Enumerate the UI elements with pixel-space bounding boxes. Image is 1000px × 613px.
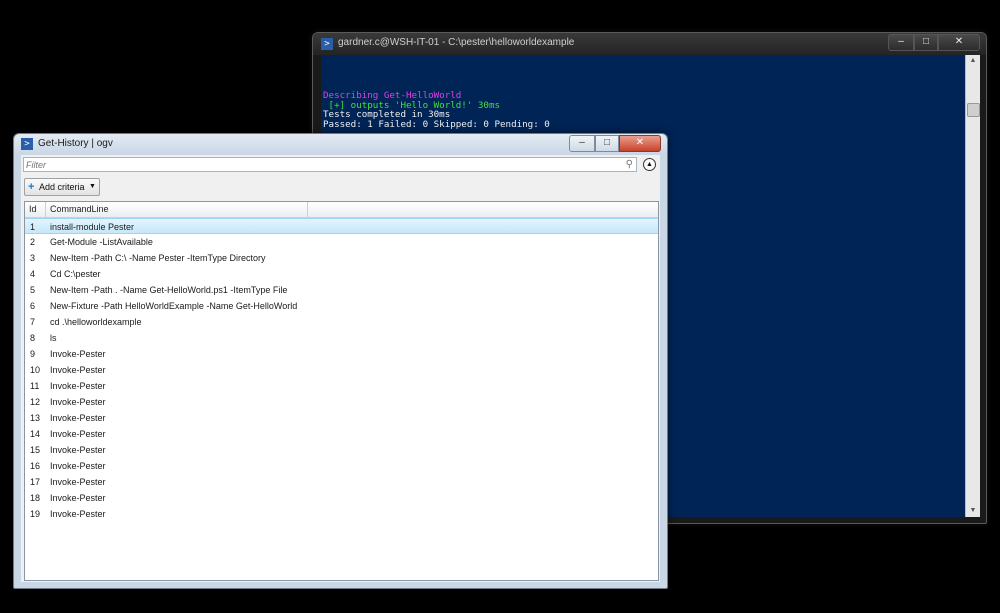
console-window-controls: – □ ✕ [888,34,980,51]
grid-view-title: Get-History | ogv [38,138,113,149]
row-id: 15 [30,445,41,455]
row-id: 18 [30,493,41,503]
row-commandline: Invoke-Pester [50,445,106,455]
row-id: 13 [30,413,41,423]
row-id: 16 [30,461,41,471]
row-id: 2 [30,237,36,247]
table-row[interactable]: 19 Invoke-Pester [25,506,658,522]
row-id: 4 [30,269,36,279]
table-row[interactable]: 5 New-Item -Path . -Name Get-HelloWorld.p… [25,282,658,298]
grid-view-minimize-button[interactable]: – [569,135,595,152]
grid-view-window[interactable]: > Get-History | ogv – □ ✕ ⚲ ▲ + Add crit… [13,133,668,589]
grid-view-title-bar[interactable]: > Get-History | ogv – □ ✕ [14,134,667,154]
table-row[interactable]: 4 Cd C:\pester [25,266,658,282]
console-close-button[interactable]: ✕ [938,34,980,51]
search-icon: ⚲ [625,159,633,170]
scroll-up-icon[interactable]: ▲ [966,55,980,67]
plus-icon: + [28,181,35,193]
row-id: 14 [30,429,41,439]
console-minimize-button[interactable]: – [888,34,914,51]
table-row[interactable]: 14 Invoke-Pester [25,426,658,442]
row-commandline: New-Item -Path C:\ -Name Pester -ItemTyp… [50,253,266,263]
row-id: 9 [30,349,36,359]
grid-header: Id CommandLine [25,202,658,218]
row-commandline: Invoke-Pester [50,397,106,407]
row-id: 8 [30,333,36,343]
table-row[interactable]: 3 New-Item -Path C:\ -Name Pester -ItemTy… [25,250,658,266]
chevron-up-icon[interactable]: ▲ [643,158,656,171]
table-row[interactable]: 18 Invoke-Pester [25,490,658,506]
add-criteria-button[interactable]: + Add criteria ▼ [24,178,100,196]
row-id: 7 [30,317,36,327]
row-commandline: install-module Pester [50,222,135,232]
powershell-icon: > [21,138,33,150]
row-commandline: Invoke-Pester [50,477,106,487]
row-commandline: cd .\helloworldexample [50,317,142,327]
row-commandline: Invoke-Pester [50,365,106,375]
console-title: gardner.c@WSH-IT-01 - C:\pester\hellowor… [338,37,575,48]
grid-view-client: ⚲ ▲ + Add criteria ▼ Id CommandLine 1 ins… [21,155,660,582]
table-row[interactable]: 17 Invoke-Pester [25,474,658,490]
table-row[interactable]: 16 Invoke-Pester [25,458,658,474]
scroll-down-icon[interactable]: ▼ [966,505,980,517]
row-commandline: New-Item -Path . -Name Get-HelloWorld.ps… [50,285,288,295]
filter-box[interactable]: ⚲ [23,157,637,172]
console-lines: Describing Get-HelloWorld [+] outputs 'H… [323,91,550,129]
table-row[interactable]: 7 cd .\helloworldexample [25,314,658,330]
row-id: 5 [30,285,36,295]
row-id: 19 [30,509,41,519]
caret-down-icon: ▼ [89,183,96,190]
console-title-bar[interactable]: > gardner.c@WSH-IT-01 - C:\pester\hellow… [313,33,986,55]
grid-view-maximize-button[interactable]: □ [595,135,619,152]
row-commandline: Invoke-Pester [50,493,106,503]
table-row[interactable]: 12 Invoke-Pester [25,394,658,410]
grid-view-window-controls: – □ ✕ [569,135,661,152]
table-row[interactable]: 8 ls [25,330,658,346]
row-commandline: Invoke-Pester [50,413,106,423]
add-criteria-label: Add criteria [39,182,85,192]
console-scrollbar[interactable]: ▲ ▼ [965,55,980,517]
row-commandline: Invoke-Pester [50,461,106,471]
console-line: Passed: 1 Failed: 0 Skipped: 0 Pending: … [323,118,550,130]
table-row[interactable]: 13 Invoke-Pester [25,410,658,426]
powershell-icon: > [321,38,333,50]
row-commandline: ls [50,333,57,343]
row-commandline: Invoke-Pester [50,509,106,519]
row-commandline: Get-Module -ListAvailable [50,237,153,247]
grid-view-close-button[interactable]: ✕ [619,135,661,152]
row-id: 17 [30,477,41,487]
row-commandline: Invoke-Pester [50,429,106,439]
row-commandline: Invoke-Pester [50,349,106,359]
table-row[interactable]: 15 Invoke-Pester [25,442,658,458]
column-header-filler [308,202,658,217]
row-id: 12 [30,397,41,407]
history-grid[interactable]: Id CommandLine 1 install-module Pester 2 Ge… [24,201,659,581]
column-header-commandline[interactable]: CommandLine [46,202,308,217]
table-row[interactable]: 1 install-module Pester [25,218,658,234]
table-row[interactable]: 10 Invoke-Pester [25,362,658,378]
table-row[interactable]: 11 Invoke-Pester [25,378,658,394]
row-commandline: Cd C:\pester [50,269,101,279]
row-commandline: New-Fixture -Path HelloWorldExample -Nam… [50,301,298,311]
row-commandline: Invoke-Pester [50,381,106,391]
table-row[interactable]: 6 New-Fixture -Path HelloWorldExample -Na… [25,298,658,314]
row-id: 6 [30,301,36,311]
table-row[interactable]: 9 Invoke-Pester [25,346,658,362]
filter-input[interactable] [26,158,616,171]
column-header-id[interactable]: Id [25,202,46,217]
console-scroll-thumb[interactable] [967,103,980,117]
row-id: 3 [30,253,36,263]
row-id: 11 [30,381,40,391]
console-maximize-button[interactable]: □ [914,34,938,51]
row-id: 1 [30,222,36,232]
table-row[interactable]: 2 Get-Module -ListAvailable [25,234,658,250]
row-id: 10 [30,365,41,375]
